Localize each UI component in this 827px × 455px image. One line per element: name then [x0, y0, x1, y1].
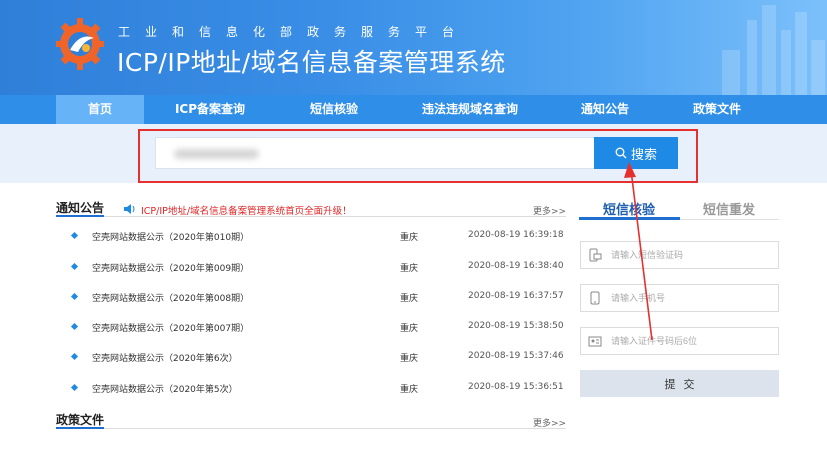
notice-location: 重庆 — [400, 294, 419, 304]
mobile-phone-icon — [590, 291, 600, 305]
phone-input[interactable] — [611, 285, 776, 311]
notices-title: 通知公告 — [56, 201, 105, 215]
notices-more-link[interactable]: 更多>> — [533, 204, 566, 217]
nav-item-notices[interactable]: 通知公告 — [560, 95, 650, 124]
id-number-field — [580, 327, 779, 355]
notice-location: 重庆 — [400, 264, 419, 274]
nav-item-icp-query[interactable]: ICP备案查询 — [160, 95, 260, 124]
notice-title[interactable]: 空壳网站数据公示（2020年第010期） — [92, 230, 249, 243]
notice-time: 2020-08-19 16:39:18 — [468, 230, 564, 240]
notice-location: 重庆 — [400, 354, 419, 364]
page-title: ICP/IP地址/域名信息备案管理系统 — [117, 48, 506, 77]
tab-sms-resend[interactable]: 短信重发 — [703, 199, 755, 218]
sms-code-input[interactable] — [611, 242, 776, 268]
logo-icon — [56, 18, 104, 70]
list-item[interactable]: 空壳网站数据公示（2020年第008期） 重庆 2020-08-19 16:37… — [70, 290, 565, 306]
nav-item-home[interactable]: 首页 — [56, 95, 144, 124]
bullet-icon — [70, 383, 79, 392]
notice-time: 2020-08-19 15:36:51 — [468, 382, 564, 392]
notice-location: 重庆 — [400, 385, 419, 395]
list-item[interactable]: 空壳网站数据公示（2020年第009期） 重庆 2020-08-19 16:38… — [70, 260, 565, 276]
main-nav: 首页 ICP备案查询 短信核验 违法违规域名查询 通知公告 政策文件 — [0, 95, 827, 124]
sms-code-field — [580, 241, 779, 269]
id-card-icon — [588, 336, 602, 347]
notice-location: 重庆 — [400, 324, 419, 334]
submit-button[interactable]: 提交 — [580, 370, 779, 397]
sms-phone-icon — [589, 248, 602, 262]
notice-marquee[interactable]: ICP/IP地址/域名信息备案管理系统首页全面升级！ — [141, 203, 352, 217]
nav-item-sms-verify[interactable]: 短信核验 — [290, 95, 378, 124]
notice-time: 2020-08-19 15:38:50 — [468, 321, 564, 331]
list-item[interactable]: 空壳网站数据公示（2020年第5次） 重庆 2020-08-19 15:36:5… — [70, 381, 565, 397]
policy-divider — [56, 428, 566, 429]
notice-time: 2020-08-19 16:38:40 — [468, 261, 564, 271]
platform-subtitle: 工业和信息化部政务服务平台 — [118, 25, 470, 39]
phone-field — [580, 284, 779, 312]
active-tab-underline — [579, 217, 680, 220]
site-header: 工业和信息化部政务服务平台 ICP/IP地址/域名信息备案管理系统 — [0, 0, 827, 95]
notices-title-underline — [56, 215, 104, 217]
notice-title[interactable]: 空壳网站数据公示（2020年第008期） — [92, 291, 249, 304]
bullet-icon — [70, 231, 79, 240]
notice-title[interactable]: 空壳网站数据公示（2020年第5次） — [92, 382, 238, 395]
bullet-icon — [70, 262, 79, 271]
skyline-graphic — [722, 5, 825, 95]
notice-time: 2020-08-19 16:37:57 — [468, 291, 564, 301]
policy-title: 政策文件 — [56, 413, 105, 427]
nav-item-policy[interactable]: 政策文件 — [672, 95, 762, 124]
notice-time: 2020-08-19 15:37:46 — [468, 351, 564, 361]
tab-sms-verify[interactable]: 短信核验 — [603, 199, 655, 218]
list-item[interactable]: 空壳网站数据公示（2020年第6次） 重庆 2020-08-19 15:37:4… — [70, 350, 565, 366]
id-number-input[interactable] — [611, 328, 776, 354]
notice-title[interactable]: 空壳网站数据公示（2020年第009期） — [92, 261, 249, 274]
bullet-icon — [70, 292, 79, 301]
highlight-frame — [138, 129, 698, 183]
list-item[interactable]: 空壳网站数据公示（2020年第010期） 重庆 2020-08-19 16:39… — [70, 229, 565, 245]
notice-title[interactable]: 空壳网站数据公示（2020年第6次） — [92, 351, 238, 364]
speaker-icon — [124, 204, 135, 214]
policy-more-link[interactable]: 更多>> — [533, 416, 566, 429]
notice-title[interactable]: 空壳网站数据公示（2020年第007期） — [92, 321, 249, 334]
notice-location: 重庆 — [400, 233, 419, 243]
policy-title-underline — [56, 427, 104, 429]
list-item[interactable]: 空壳网站数据公示（2020年第007期） 重庆 2020-08-19 15:38… — [70, 320, 565, 336]
nav-item-illegal-domain[interactable]: 违法违规域名查询 — [405, 95, 535, 124]
bullet-icon — [70, 322, 79, 331]
bullet-icon — [70, 352, 79, 361]
